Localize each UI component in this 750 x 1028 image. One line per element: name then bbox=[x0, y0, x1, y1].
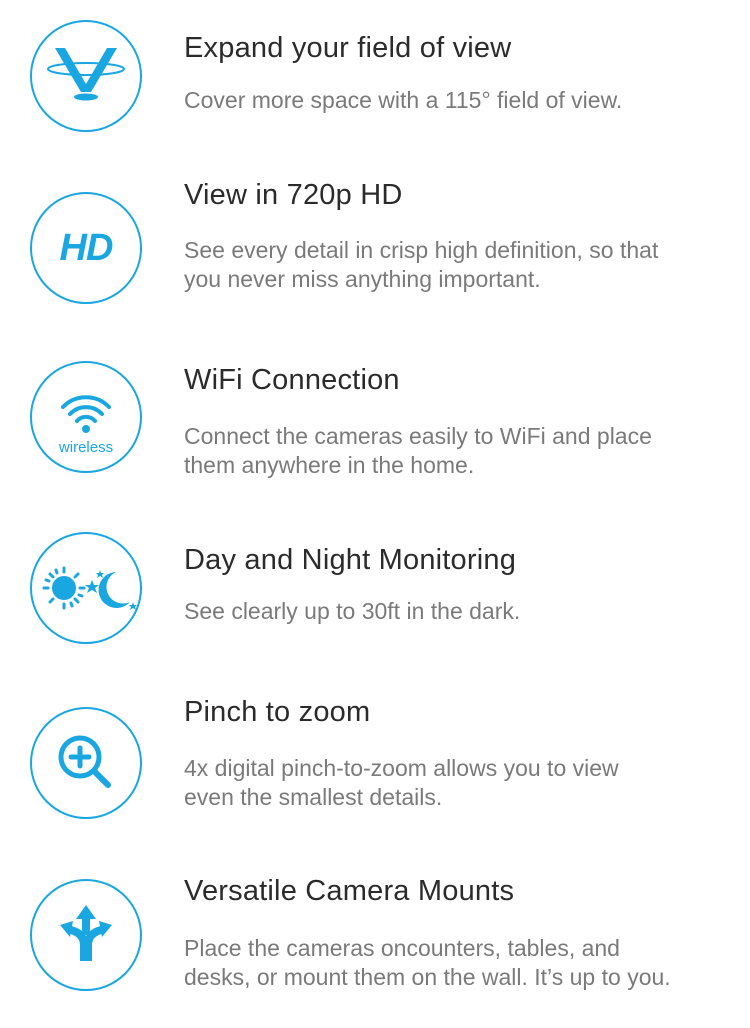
description-line: Connect the cameras easily to WiFi and p… bbox=[184, 423, 652, 449]
wifi-icon: wireless bbox=[30, 361, 142, 473]
feature-description: Cover more space with a 115° field of vi… bbox=[184, 86, 729, 115]
description-line: Place the cameras oncounters, tables, an… bbox=[184, 935, 620, 961]
feature-title: Day and Night Monitoring bbox=[184, 544, 517, 576]
description-line: even the smallest details. bbox=[184, 784, 443, 810]
feature-title: Expand your field of view bbox=[184, 32, 512, 64]
field-of-view-icon bbox=[30, 20, 142, 132]
description-line: See clearly up to 30ft in the dark. bbox=[184, 598, 521, 624]
feature-description: See clearly up to 30ft in the dark. bbox=[184, 597, 729, 626]
description-line: them anywhere in the home. bbox=[184, 452, 475, 478]
mount-arrows-icon bbox=[30, 879, 142, 991]
zoom-in-icon bbox=[30, 707, 142, 819]
feature-description: 4x digital pinch-to-zoom allows you to v… bbox=[184, 754, 729, 812]
description-line: you never miss anything important. bbox=[184, 266, 541, 292]
feature-title: Pinch to zoom bbox=[184, 696, 371, 728]
feature-description: Connect the cameras easily to WiFi and p… bbox=[184, 422, 729, 480]
hd-icon-label: HD bbox=[59, 226, 114, 269]
wireless-label: wireless bbox=[58, 439, 113, 456]
day-night-icon bbox=[30, 532, 142, 644]
feature-title: Versatile Camera Mounts bbox=[184, 875, 515, 907]
feature-description: Place the cameras oncounters, tables, an… bbox=[184, 934, 729, 992]
hd-icon: HD bbox=[30, 192, 142, 304]
description-line: See every detail in crisp high definitio… bbox=[184, 237, 659, 263]
description-line: Cover more space with a 115° field of vi… bbox=[184, 87, 623, 113]
feature-title: View in 720p HD bbox=[184, 179, 403, 211]
feature-title: WiFi Connection bbox=[184, 364, 400, 396]
feature-description: See every detail in crisp high definitio… bbox=[184, 236, 729, 294]
description-line: desks, or mount them on the wall. It’s u… bbox=[184, 964, 671, 990]
description-line: 4x digital pinch-to-zoom allows you to v… bbox=[184, 755, 619, 781]
